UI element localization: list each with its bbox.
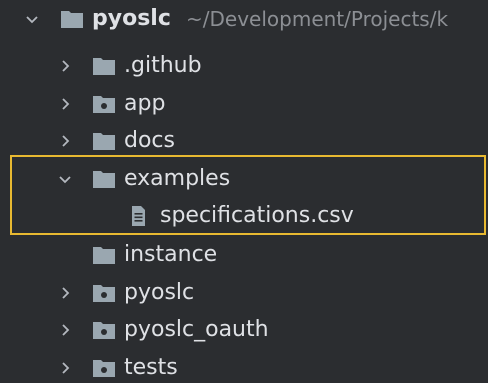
package-folder-icon <box>92 92 116 116</box>
chevron-right-icon[interactable] <box>55 283 75 303</box>
tree-item-pyoslc[interactable]: pyoslc <box>0 274 488 312</box>
chevron-right-icon[interactable] <box>55 94 75 114</box>
tree-root-row[interactable]: pyoslc ~/Development/Projects/k <box>0 0 488 38</box>
package-folder-icon <box>92 356 116 380</box>
chevron-right-icon[interactable] <box>55 56 75 76</box>
tree-item-docs[interactable]: docs <box>0 122 488 160</box>
tree-item-examples[interactable]: examples <box>0 160 488 198</box>
folder-icon <box>60 7 84 31</box>
tree-item-tests[interactable]: tests <box>0 349 488 383</box>
root-folder-path: ~/Development/Projects/k <box>186 7 449 31</box>
tree-item-label: examples <box>124 166 231 191</box>
project-tree: pyoslc ~/Development/Projects/k .github … <box>0 0 488 383</box>
chevron-right-icon[interactable] <box>55 320 75 340</box>
tree-item-label: .github <box>124 53 202 78</box>
chevron-down-icon[interactable] <box>22 9 42 29</box>
tree-item-pyoslc-oauth[interactable]: pyoslc_oauth <box>0 311 488 349</box>
folder-icon <box>92 129 116 153</box>
tree-item-label: instance <box>124 242 218 267</box>
tree-item-label: pyoslc <box>124 280 195 305</box>
tree-item-label: tests <box>124 355 178 380</box>
text-file-icon <box>126 204 150 228</box>
tree-item-github[interactable]: .github <box>0 47 488 85</box>
tree-item-label: app <box>124 91 166 116</box>
tree-item-app[interactable]: app <box>0 85 488 123</box>
chevron-down-icon[interactable] <box>55 169 75 189</box>
package-folder-icon <box>92 281 116 305</box>
tree-item-instance[interactable]: instance <box>0 236 488 274</box>
chevron-right-icon[interactable] <box>55 358 75 378</box>
folder-icon <box>92 54 116 78</box>
folder-icon <box>92 167 116 191</box>
folder-icon <box>92 243 116 267</box>
tree-item-label: specifications.csv <box>160 203 354 228</box>
tree-item-specifications-csv[interactable]: specifications.csv <box>0 197 488 235</box>
chevron-right-icon[interactable] <box>55 131 75 151</box>
tree-item-label: docs <box>124 128 175 153</box>
root-folder-name: pyoslc <box>92 6 171 31</box>
package-folder-icon <box>92 318 116 342</box>
tree-item-label: pyoslc_oauth <box>124 317 269 342</box>
